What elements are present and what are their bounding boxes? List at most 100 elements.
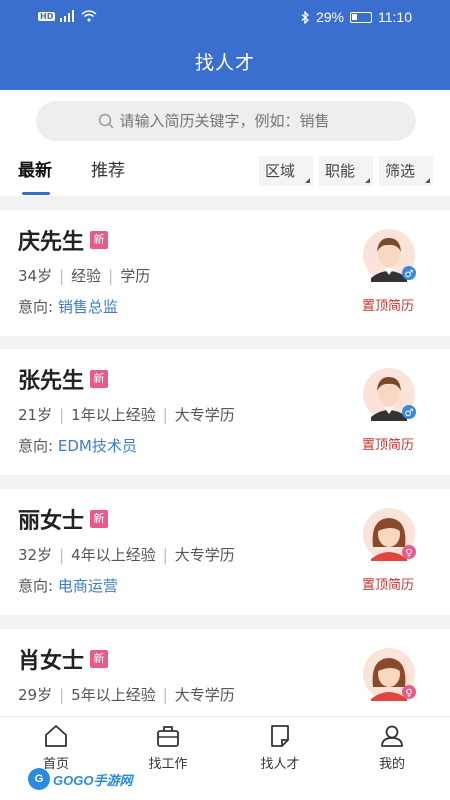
candidate-card[interactable]: 肖女士 新 29岁 | 5年以上经验 | 大专学历 ♀ <box>0 629 450 719</box>
female-avatar-icon: ♀ <box>363 508 416 561</box>
candidate-name: 张先生 <box>18 369 85 394</box>
watermark-text: GOGO手游网 <box>53 772 133 788</box>
clock: 11:10 <box>378 9 412 25</box>
candidate-education: 大专学历 <box>174 406 235 424</box>
nav-home[interactable]: 首页 <box>16 723 96 772</box>
nav-find-jobs[interactable]: 找工作 <box>128 723 208 772</box>
battery-percent: 29% <box>315 9 344 25</box>
status-bar: HD 29% 11:10 <box>0 0 450 36</box>
filter-more-label: 筛选 <box>385 162 416 180</box>
search-icon <box>98 113 114 129</box>
divider: | <box>108 266 114 285</box>
dropdown-triangle-icon <box>365 178 370 183</box>
new-badge: 新 <box>90 370 109 388</box>
tab-recommended[interactable]: 推荐 <box>91 156 125 181</box>
filter-region[interactable]: 区域 <box>259 156 313 186</box>
svg-text:♀: ♀ <box>405 548 412 559</box>
user-icon <box>381 725 403 747</box>
status-left: HD <box>38 10 97 22</box>
wifi-icon <box>81 10 97 22</box>
tab-active-indicator <box>22 192 50 195</box>
nav-find-jobs-label: 找工作 <box>148 757 188 772</box>
battery-icon <box>350 11 372 23</box>
candidate-experience: 5年以上经验 <box>71 686 156 704</box>
nav-mine[interactable]: 我的 <box>352 723 432 772</box>
divider: | <box>162 685 168 704</box>
candidate-name-row: 丽女士 新 <box>18 503 109 535</box>
tabs-bar: 最新 推荐 区域 职能 筛选 <box>0 150 450 196</box>
svg-text:♂: ♂ <box>405 408 414 419</box>
divider: | <box>59 685 65 704</box>
male-avatar-icon: ♂ <box>363 229 416 282</box>
signal-icon <box>60 10 75 22</box>
female-avatar-icon: ♀ <box>363 648 416 701</box>
new-badge: 新 <box>90 510 109 528</box>
watermark-logo: G <box>28 768 50 790</box>
candidate-card[interactable]: 张先生 新 21岁 | 1年以上经验 | 大专学历 意向: EDM技术员 ♂ 置顶简… <box>0 349 450 475</box>
candidate-age: 29岁 <box>18 686 53 704</box>
candidate-education: 大专学历 <box>174 546 235 564</box>
briefcase-icon <box>157 726 179 747</box>
divider: | <box>59 405 65 424</box>
bluetooth-icon <box>301 10 309 24</box>
top-resume-button[interactable]: 置顶简历 <box>362 295 414 314</box>
divider: | <box>59 545 65 564</box>
candidate-experience: 4年以上经验 <box>71 546 156 564</box>
intent-label: 意向: <box>18 298 54 316</box>
new-badge: 新 <box>90 231 109 249</box>
intent-value: EDM技术员 <box>57 437 137 455</box>
nav-find-talent[interactable]: 找人才 <box>240 723 320 772</box>
dropdown-triangle-icon <box>425 178 430 183</box>
candidate-card[interactable]: 庆先生 新 34岁 | 经验 | 学历 意向: 销售总监 ♂ 置顶简历 <box>0 210 450 336</box>
nav-mine-label: 我的 <box>378 757 405 772</box>
top-resume-button[interactable]: 置顶简历 <box>362 434 414 453</box>
new-badge: 新 <box>90 650 109 668</box>
candidate-intent: 意向: 电商运营 <box>18 575 118 596</box>
divider: | <box>162 545 168 564</box>
candidate-education: 大专学历 <box>174 686 235 704</box>
candidate-experience: 1年以上经验 <box>71 406 156 424</box>
filter-region-label: 区域 <box>265 162 296 180</box>
status-right: 29% 11:10 <box>301 9 412 25</box>
search-section <box>0 90 450 150</box>
candidate-age: 32岁 <box>18 546 53 564</box>
resume-icon <box>271 725 289 747</box>
intent-value: 销售总监 <box>57 298 118 316</box>
nav-find-talent-label: 找人才 <box>260 757 300 772</box>
candidate-name: 肖女士 <box>18 649 85 674</box>
candidate-meta: 21岁 | 1年以上经验 | 大专学历 <box>18 404 235 425</box>
intent-label: 意向: <box>18 437 54 455</box>
svg-text:♂: ♂ <box>405 269 414 280</box>
candidate-experience: 经验 <box>71 267 102 285</box>
watermark: G GOGO手游网 <box>28 768 132 790</box>
page-title: 找人才 <box>0 36 450 90</box>
search-bar[interactable] <box>36 101 416 141</box>
candidate-education: 学历 <box>120 267 151 285</box>
candidate-name-row: 庆先生 新 <box>18 224 109 256</box>
candidate-intent: 意向: EDM技术员 <box>18 435 137 456</box>
candidate-age: 34岁 <box>18 267 53 285</box>
tab-latest[interactable]: 最新 <box>18 156 52 181</box>
hd-badge: HD <box>38 11 56 21</box>
candidate-name-row: 张先生 新 <box>18 363 109 395</box>
dropdown-triangle-icon <box>305 178 310 183</box>
svg-text:♀: ♀ <box>405 688 412 699</box>
candidate-card[interactable]: 丽女士 新 32岁 | 4年以上经验 | 大专学历 意向: 电商运营 ♀ 置顶简历 <box>0 489 450 615</box>
divider: | <box>59 266 65 285</box>
search-input[interactable] <box>119 112 355 130</box>
divider: | <box>162 405 168 424</box>
filter-more[interactable]: 筛选 <box>379 156 433 186</box>
filter-function[interactable]: 职能 <box>319 156 373 186</box>
candidate-name: 丽女士 <box>18 509 85 534</box>
intent-label: 意向: <box>18 577 54 595</box>
top-resume-button[interactable]: 置顶简历 <box>362 574 414 593</box>
candidate-meta: 34岁 | 经验 | 学历 <box>18 265 150 286</box>
candidate-meta: 29岁 | 5年以上经验 | 大专学历 <box>18 684 235 705</box>
candidate-intent: 意向: 销售总监 <box>18 296 118 317</box>
candidate-name: 庆先生 <box>18 230 85 255</box>
intent-value: 电商运营 <box>57 577 118 595</box>
candidate-meta: 32岁 | 4年以上经验 | 大专学历 <box>18 544 235 565</box>
male-avatar-icon: ♂ <box>363 368 416 421</box>
home-icon <box>45 725 67 747</box>
candidate-name-row: 肖女士 新 <box>18 643 109 675</box>
